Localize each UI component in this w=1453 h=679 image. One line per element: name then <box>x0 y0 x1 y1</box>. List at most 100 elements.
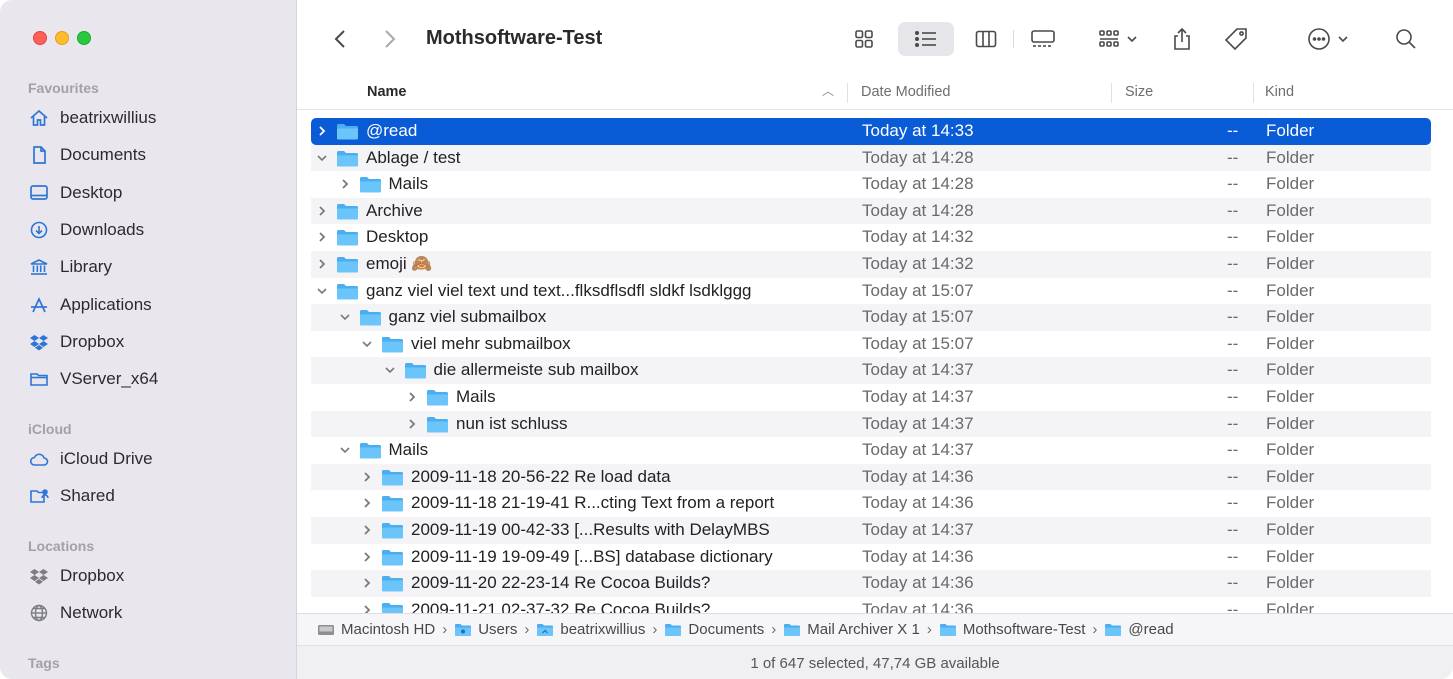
chevron-right-icon[interactable] <box>315 198 329 224</box>
tags-button[interactable] <box>1218 22 1254 56</box>
table-row[interactable]: 2009-11-20 22-23-14 Re Cocoa Builds? Toda… <box>311 570 1431 597</box>
chevron-right-icon[interactable] <box>405 411 419 437</box>
folder-icon <box>382 523 403 539</box>
toolbar: Mothsoftware-Test <box>297 0 1453 75</box>
row-kind: Folder <box>1266 387 1315 406</box>
path-crumb[interactable]: Users <box>454 621 517 638</box>
chevron-right-icon[interactable] <box>360 464 374 490</box>
chevron-down-icon[interactable] <box>315 145 329 171</box>
row-date: Today at 14:37 <box>862 440 974 460</box>
more-actions-button[interactable] <box>1302 22 1354 56</box>
table-row[interactable]: Mails Today at 14:28 -- Folder <box>311 171 1431 198</box>
sidebar-item-shared[interactable]: Shared <box>28 483 115 509</box>
minimize-window-button[interactable] <box>55 31 69 45</box>
back-button[interactable] <box>325 22 355 56</box>
chevron-right-icon[interactable] <box>360 544 374 570</box>
search-icon <box>1396 29 1416 49</box>
document-icon <box>28 144 50 166</box>
row-name: Mails <box>388 174 429 194</box>
zoom-window-button[interactable] <box>77 31 91 45</box>
table-row[interactable]: 2009-11-21 02-37-32 Re Cocoa Builds? Toda… <box>311 597 1431 613</box>
chevron-right-icon[interactable] <box>360 490 374 516</box>
table-row[interactable]: 2009-11-19 00-42-33 [...Results with Del… <box>311 517 1431 544</box>
close-window-button[interactable] <box>33 31 47 45</box>
table-row[interactable]: Ablage / test Today at 14:28 -- Folder <box>311 144 1431 172</box>
gallery-view-button[interactable] <box>1023 22 1063 56</box>
group-by-button[interactable] <box>1092 22 1144 56</box>
table-row[interactable]: ganz viel submailbox Today at 15:07 -- Fold… <box>311 304 1431 331</box>
sidebar-item-downloads[interactable]: Downloads <box>28 217 144 243</box>
path-crumb[interactable]: Mothsoftware-Test <box>939 621 1086 638</box>
table-row[interactable]: Mails Today at 14:37 -- Folder <box>311 437 1431 464</box>
sidebar-item-dropbox[interactable]: Dropbox <box>28 563 124 589</box>
folder-icon <box>337 124 358 140</box>
chevron-right-icon[interactable] <box>360 597 374 613</box>
sidebar-item-label: Shared <box>60 486 115 506</box>
chevron-down-icon[interactable] <box>360 331 374 357</box>
path-crumb[interactable]: beatrixwillius <box>536 621 645 638</box>
desktop-icon <box>28 182 50 204</box>
table-row[interactable]: Desktop Today at 14:32 -- Folder <box>311 224 1431 251</box>
chevron-right-icon[interactable] <box>315 251 329 277</box>
table-row[interactable]: @read Today at 14:33 -- Folder <box>311 118 1431 145</box>
table-row[interactable]: emoji 🙈 Today at 14:32 -- Folder <box>311 251 1431 278</box>
row-date: Today at 14:37 <box>862 360 974 380</box>
column-divider <box>847 83 848 103</box>
sidebar-item-network[interactable]: Network <box>28 600 122 626</box>
chevron-right-icon[interactable] <box>315 224 329 250</box>
chevron-right-icon[interactable] <box>315 118 329 144</box>
forward-button[interactable] <box>375 22 405 56</box>
chevron-right-icon[interactable] <box>360 570 374 596</box>
row-name: @read <box>366 121 418 140</box>
folder-icon <box>382 496 403 512</box>
table-row[interactable]: ganz viel viel text und text...flksdflsd… <box>311 278 1431 305</box>
table-row[interactable]: 2009-11-18 21-19-41 R...cting Text from … <box>311 490 1431 517</box>
chevron-down-icon[interactable] <box>338 437 352 463</box>
row-kind: Folder <box>1266 546 1315 566</box>
sidebar-item-icloud-drive[interactable]: iCloud Drive <box>28 446 153 472</box>
sidebar-item-dropbox[interactable]: Dropbox <box>28 329 124 355</box>
sidebar-item-beatrixwillius[interactable]: beatrixwillius <box>28 105 156 131</box>
path-crumb[interactable]: Macintosh HD <box>317 621 435 638</box>
chevron-down-icon[interactable] <box>338 304 352 330</box>
sidebar-item-applications[interactable]: Applications <box>28 292 152 318</box>
date-column-header[interactable]: Date Modified <box>861 84 950 100</box>
path-crumb[interactable]: @read <box>1104 621 1174 638</box>
table-row[interactable]: nun ist schluss Today at 14:37 -- Folder <box>311 410 1431 438</box>
sidebar-item-desktop[interactable]: Desktop <box>28 180 122 206</box>
chevron-down-icon[interactable] <box>315 278 329 304</box>
search-button[interactable] <box>1389 22 1423 56</box>
kind-column-header[interactable]: Kind <box>1265 84 1294 100</box>
chevron-right-icon[interactable] <box>338 171 352 197</box>
row-date: Today at 14:36 <box>862 546 974 566</box>
sidebar-item-library[interactable]: Library <box>28 254 112 280</box>
chevron-right-icon[interactable] <box>405 384 419 410</box>
table-row[interactable]: 2009-11-18 20-56-22 Re load data Today at… <box>311 463 1431 491</box>
table-row[interactable]: die allermeiste sub mailbox Today at 14:3… <box>311 357 1431 384</box>
icon-view-button[interactable] <box>845 22 883 56</box>
column-view-button[interactable] <box>967 22 1005 56</box>
chevron-down-icon[interactable] <box>383 357 397 383</box>
row-size: -- <box>1227 147 1239 167</box>
share-button[interactable] <box>1165 22 1199 56</box>
list-view-button[interactable] <box>898 22 954 56</box>
path-crumb[interactable]: Mail Archiver X 1 <box>783 621 920 638</box>
path-crumb[interactable]: Documents <box>664 621 764 638</box>
chevron-right-icon[interactable] <box>360 517 374 543</box>
table-row[interactable]: 2009-11-19 19-09-49 [...BS] database dic… <box>311 544 1431 571</box>
table-row[interactable]: Archive Today at 14:28 -- Folder <box>311 197 1431 225</box>
sidebar-item-label: VServer_x64 <box>60 369 159 389</box>
row-kind: Folder <box>1266 520 1315 539</box>
row-size: -- <box>1227 200 1239 220</box>
size-column-header[interactable]: Size <box>1125 84 1153 100</box>
sidebar-item-label: Library <box>60 257 112 277</box>
path-crumb-label: Mothsoftware-Test <box>962 621 1086 638</box>
table-row[interactable]: Mails Today at 14:37 -- Folder <box>311 384 1431 411</box>
row-date: Today at 14:36 <box>862 573 974 593</box>
row-size: -- <box>1227 573 1239 593</box>
name-column-header[interactable]: Name <box>367 84 407 100</box>
row-kind: Folder <box>1266 466 1315 486</box>
sidebar-item-documents[interactable]: Documents <box>28 142 146 168</box>
table-row[interactable]: viel mehr submailbox Today at 15:07 -- Fold… <box>311 331 1431 358</box>
sidebar-item-vserver-x64[interactable]: VServer_x64 <box>28 366 158 392</box>
